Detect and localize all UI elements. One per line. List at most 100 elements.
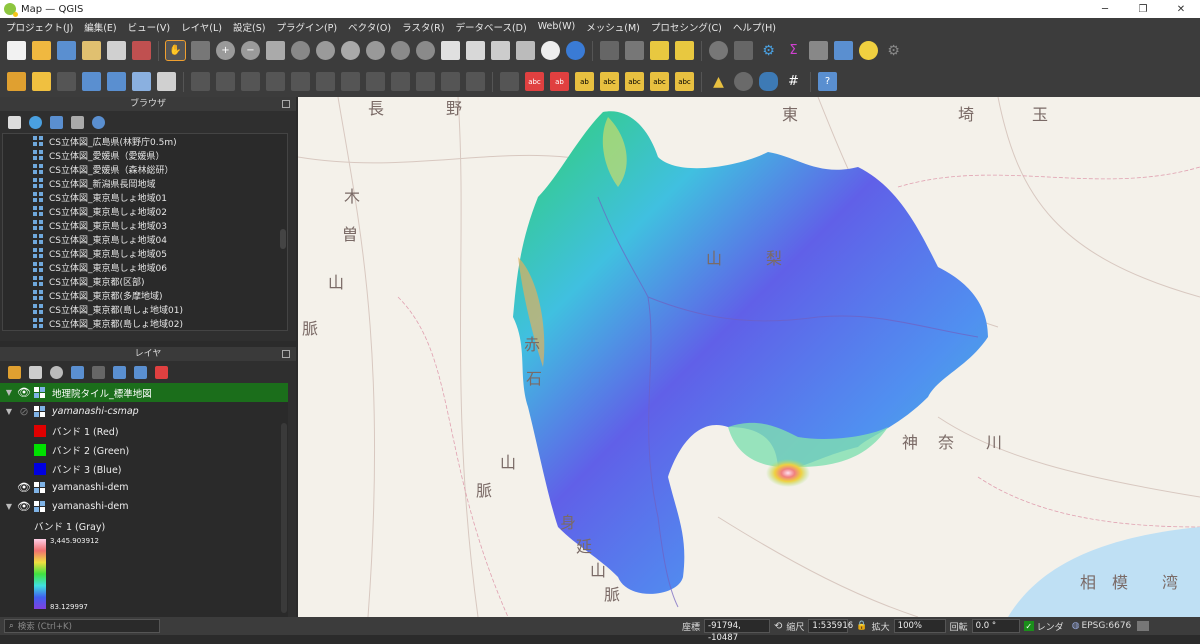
menu-raster[interactable]: ラスタ(R) (402, 20, 444, 34)
visibility-icon[interactable] (50, 365, 63, 379)
digitizing-options-icon[interactable] (157, 72, 176, 91)
browser-item[interactable]: CS立体図_東京都(島しょ地域02) (3, 316, 287, 330)
crs-button[interactable]: EPSG:6676 (1082, 621, 1132, 631)
zoom-native-icon[interactable] (341, 41, 360, 60)
label-pin-icon[interactable]: ab (550, 72, 569, 91)
line-tool-icon[interactable] (266, 72, 285, 91)
maximize-button[interactable]: ❐ (1124, 0, 1162, 18)
browser-item[interactable]: CS立体図_東京都(区部) (3, 274, 287, 288)
layer-row-dem-2[interactable]: ▼ 👁 yamanashi-dem (0, 497, 288, 516)
delete-icon[interactable] (341, 72, 360, 91)
add-feature-icon[interactable] (82, 72, 101, 91)
redo-icon[interactable] (466, 72, 485, 91)
new-3d-view-icon[interactable] (466, 41, 485, 60)
browser-item[interactable]: CS立体図_東京島しょ地域01 (3, 190, 287, 204)
attribute-table-icon[interactable] (809, 41, 828, 60)
map-canvas[interactable]: 長 野 東 埼 玉 山 梨 木 曽 山 脈 赤 石 山 脈 神 奈 川 相 模 … (298, 97, 1200, 617)
float-panel-icon[interactable] (282, 100, 290, 108)
zoom-last-icon[interactable] (391, 41, 410, 60)
label-abc-red-icon[interactable]: abc (525, 72, 544, 91)
statistics-icon[interactable] (734, 41, 753, 60)
zoom-layer-icon[interactable] (366, 41, 385, 60)
settings-gear-icon[interactable]: ⚙ (759, 41, 778, 60)
temporal-controller-icon[interactable] (541, 41, 560, 60)
pan-to-selection-icon[interactable] (191, 41, 210, 60)
toggle-editing-icon[interactable] (32, 72, 51, 91)
menu-plugins[interactable]: プラグイン(P) (276, 20, 337, 34)
browser-item[interactable]: CS立体図_東京都(多摩地域) (3, 288, 287, 302)
collapse-all-icon[interactable] (134, 365, 147, 379)
new-bookmark-icon[interactable] (491, 41, 510, 60)
open-project-icon[interactable] (32, 41, 51, 60)
style-manager-icon[interactable] (132, 41, 151, 60)
eye-icon[interactable]: 👁 (17, 481, 31, 494)
browser-item[interactable]: CS立体図_愛媛県（森林総研） (3, 162, 287, 176)
menu-help[interactable]: ヘルプ(H) (733, 20, 776, 34)
messages-icon[interactable] (1137, 621, 1150, 631)
zoom-selection-icon[interactable] (316, 41, 335, 60)
layer-row-csmap[interactable]: ▼ ⊘ yamanashi-csmap (0, 402, 288, 421)
zoom-out-icon[interactable]: − (241, 41, 260, 60)
label-show-hide-icon[interactable]: ab (575, 72, 594, 91)
expand-arrow-icon[interactable]: ▼ (4, 502, 14, 511)
browser-item[interactable]: CS立体図_東京都(島しょ地域01) (3, 302, 287, 316)
zoom-in-icon[interactable]: + (216, 41, 235, 60)
menu-vector[interactable]: ベクタ(O) (348, 20, 391, 34)
refresh-icon[interactable] (566, 41, 585, 60)
vertex-tool-icon[interactable] (107, 72, 126, 91)
style-panel-icon[interactable] (8, 365, 21, 379)
show-bookmarks-icon[interactable] (516, 41, 535, 60)
menu-edit[interactable]: 編集(E) (84, 20, 116, 34)
expand-all-icon[interactable] (113, 365, 126, 379)
float-panel-icon[interactable] (282, 350, 290, 358)
sum-icon[interactable]: Σ (784, 41, 803, 60)
label-change-icon[interactable]: abc (650, 72, 669, 91)
python-console-icon[interactable] (759, 72, 778, 91)
toggle-extents-icon[interactable]: ⟲ (774, 621, 782, 632)
select-features-icon[interactable] (600, 41, 619, 60)
zoom-full-icon[interactable] (291, 41, 310, 60)
eye-hidden-icon[interactable]: ⊘ (17, 405, 31, 418)
new-map-view-icon[interactable] (441, 41, 460, 60)
filter-icon[interactable] (50, 115, 63, 129)
save-project-icon[interactable] (57, 41, 76, 60)
new-print-layout-icon[interactable] (82, 41, 101, 60)
remove-layer-icon[interactable] (155, 365, 168, 379)
zoom-rubberband-icon[interactable] (266, 41, 285, 60)
layer-row-dem-1[interactable]: 👁 yamanashi-dem (0, 478, 288, 497)
expand-arrow-icon[interactable]: ▼ (4, 388, 14, 397)
rotate-feature-icon[interactable] (291, 72, 310, 91)
pencil-icon[interactable] (216, 72, 235, 91)
triangle-icon[interactable]: ▲ (709, 72, 728, 91)
advanced-edit-icon[interactable] (191, 72, 210, 91)
digitize-icon[interactable] (57, 72, 76, 91)
add-selected-icon[interactable] (8, 115, 21, 129)
browser-item[interactable]: CS立体図_東京島しょ地域05 (3, 246, 287, 260)
grid-icon[interactable]: # (784, 72, 803, 91)
browser-scrollbar[interactable] (280, 229, 286, 249)
cut-icon[interactable] (366, 72, 385, 91)
toolbox-icon[interactable] (834, 41, 853, 60)
identify-features-icon[interactable] (675, 41, 694, 60)
expand-arrow-icon[interactable]: ▼ (4, 407, 14, 416)
measure-icon[interactable] (709, 41, 728, 60)
close-button[interactable]: ✕ (1162, 0, 1200, 18)
map-tips-icon[interactable] (859, 41, 878, 60)
label-properties-icon[interactable]: abc (675, 72, 694, 91)
browser-item[interactable]: CS立体図_東京島しょ地域04 (3, 232, 287, 246)
minimize-button[interactable]: ─ (1086, 0, 1124, 18)
undo-icon[interactable] (441, 72, 460, 91)
browser-item[interactable]: CS立体図_新潟県長岡地域 (3, 176, 287, 190)
label-rotate-icon[interactable]: abc (625, 72, 644, 91)
lock-scale-icon[interactable]: 🔒 (856, 621, 867, 631)
browser-item[interactable]: CS立体図_東京島しょ地域06 (3, 260, 287, 274)
menu-database[interactable]: データベース(D) (455, 20, 526, 34)
deselect-all-icon[interactable] (650, 41, 669, 60)
pan-map-icon[interactable]: ✋ (165, 40, 186, 61)
paste-icon[interactable] (416, 72, 435, 91)
coordinate-field[interactable]: -91794, -10487 (704, 619, 771, 643)
zoom-next-icon[interactable] (416, 41, 435, 60)
locator-search-input[interactable]: ⌕ 検索 (Ctrl+K) (4, 619, 160, 633)
rotation-field[interactable]: 0.0 ° (971, 619, 1020, 633)
qms-icon[interactable] (734, 72, 753, 91)
